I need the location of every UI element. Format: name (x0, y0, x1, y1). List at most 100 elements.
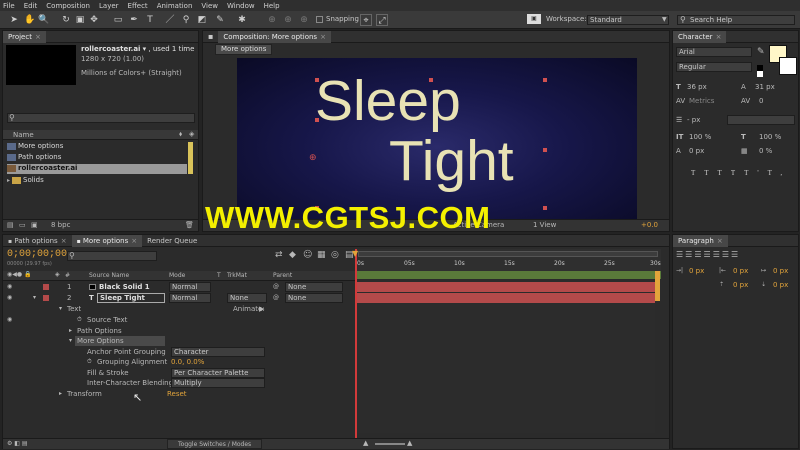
alignment-buttons[interactable]: ☰☰☰☰☰☰☰ (676, 250, 740, 259)
menu-animation[interactable]: Animation (157, 2, 193, 10)
timeline-search-input[interactable] (67, 251, 157, 261)
font-size-value[interactable]: 36 px (687, 83, 707, 91)
layer-name[interactable]: Sleep Tight (97, 293, 165, 303)
composition-subtab[interactable]: More options (215, 44, 273, 55)
search-help-input[interactable]: Search Help (677, 15, 795, 25)
timeline-tab-render-queue[interactable]: Render Queue (142, 235, 202, 247)
layer-duration-bar[interactable] (355, 282, 655, 292)
rotate-tool-icon[interactable]: ↻ (60, 14, 72, 26)
close-icon[interactable]: × (61, 237, 67, 245)
property-row[interactable]: ▾ More Options (3, 336, 355, 346)
space-before-value[interactable]: 0 px (733, 281, 748, 289)
menu-window[interactable]: Window (227, 2, 255, 10)
close-icon[interactable]: × (716, 33, 722, 41)
brush-tool-icon[interactable]: ／ (164, 14, 176, 26)
property-row[interactable]: ▸ Path Options (3, 326, 355, 336)
zoom-slider[interactable] (375, 443, 405, 445)
frame-blending-icon[interactable]: ▦ (317, 250, 326, 260)
indent-left-value[interactable]: 0 px (689, 267, 704, 275)
layer-handle[interactable] (315, 118, 319, 122)
close-icon[interactable]: × (717, 237, 723, 245)
chevron-down-icon[interactable]: ▾ (69, 336, 72, 346)
comp-mini-flowchart-icon[interactable]: ⇄ (275, 250, 283, 260)
layer-parent-select[interactable]: None (285, 293, 343, 303)
stopwatch-icon[interactable]: ⏱ (87, 357, 92, 367)
font-style-select[interactable]: Regular (676, 62, 752, 72)
close-icon[interactable]: × (35, 33, 41, 41)
work-area-range[interactable] (355, 271, 661, 279)
indent-right-value[interactable]: 0 px (733, 267, 748, 275)
time-navigator[interactable]: 0s 05s 10s 15s 20s 25s 30s (355, 249, 661, 271)
indent-first-value[interactable]: 0 px (773, 267, 788, 275)
property-row[interactable]: ⏱ Grouping Alignment 0.0, 0.0% (3, 357, 355, 367)
new-folder-icon[interactable]: ▭ (19, 221, 26, 229)
project-col-name[interactable]: Name (13, 131, 34, 139)
blending-select[interactable]: Multiply (171, 378, 265, 388)
trkmat-header[interactable]: TrkMat (227, 272, 247, 279)
snapping-checkbox[interactable] (316, 16, 323, 23)
eraser-tool-icon[interactable]: ◩ (196, 14, 208, 26)
anchor-grouping-select[interactable]: Character (171, 347, 265, 357)
delete-icon[interactable]: 🗑 (185, 221, 194, 229)
shy-layers-icon[interactable]: ☺ (303, 250, 312, 260)
faux-style-buttons[interactable]: TTTTT'T, (691, 169, 791, 177)
current-time-indicator[interactable] (355, 249, 357, 439)
layer-handle[interactable] (543, 148, 547, 152)
label-color-swatch[interactable] (43, 284, 49, 290)
space-after-value[interactable]: 0 px (773, 281, 788, 289)
leading-value[interactable]: 31 px (755, 83, 775, 91)
menu-composition[interactable]: Composition (46, 2, 90, 10)
clone-tool-icon[interactable]: ⚲ (180, 14, 192, 26)
white-swatch[interactable] (757, 71, 763, 77)
layer-name[interactable]: Black Solid 1 (99, 282, 150, 292)
pickwhip-icon[interactable]: @ (273, 293, 279, 303)
zoom-in-icon[interactable]: ▲ (407, 439, 412, 447)
menu-view[interactable]: View (201, 2, 218, 10)
layer-mode-select[interactable]: Normal (169, 293, 211, 303)
visibility-icon[interactable]: ◉ (7, 282, 12, 292)
timeline-graph-area[interactable] (355, 303, 655, 433)
roto-brush-tool-icon[interactable]: ✎ (214, 14, 226, 26)
tsume-value[interactable]: 0 % (759, 147, 772, 155)
pickwhip-icon[interactable]: @ (273, 282, 279, 292)
timeline-tab-path-options[interactable]: ▪ Path options × (3, 235, 72, 247)
character-tab[interactable]: Character × (673, 30, 727, 43)
menu-effect[interactable]: Effect (128, 2, 148, 10)
menu-layer[interactable]: Layer (99, 2, 119, 10)
project-tab[interactable]: Project × (3, 30, 46, 43)
layer-mode-select[interactable]: Normal (169, 282, 211, 292)
font-family-select[interactable]: Arial (676, 47, 752, 57)
zoom-out-icon[interactable]: ▲ (363, 439, 368, 447)
type-tool-icon[interactable]: T (144, 14, 156, 26)
layer-handle[interactable] (543, 206, 547, 210)
layer-handle[interactable] (543, 78, 547, 82)
paragraph-tab[interactable]: Paragraph × (673, 234, 728, 247)
motion-blur-icon[interactable]: ◎ (331, 250, 339, 260)
menu-file[interactable]: File (3, 2, 15, 10)
label-color-swatch[interactable] (43, 295, 49, 301)
selection-tool-icon[interactable]: ➤ (8, 14, 20, 26)
property-group-row[interactable]: ▾ Text Animate: ▶ (3, 304, 355, 314)
visibility-icon[interactable]: ◉ (7, 293, 12, 303)
menu-edit[interactable]: Edit (24, 2, 38, 10)
pen-tool-icon[interactable]: ✒ (128, 14, 140, 26)
new-composition-icon[interactable]: ▣ (31, 221, 38, 229)
source-name-header[interactable]: Source Name (89, 272, 129, 279)
close-icon[interactable]: × (320, 33, 326, 41)
project-list-item[interactable]: More options (7, 142, 187, 152)
chevron-down-icon[interactable]: ▾ (33, 293, 36, 303)
pan-behind-tool-icon[interactable]: ✥ (88, 14, 100, 26)
stroke-color-swatch[interactable] (779, 57, 797, 75)
lock-icon[interactable]: ▪ (203, 31, 218, 43)
layer-duration-bar[interactable] (355, 293, 655, 303)
baseline-shift-value[interactable]: 0 px (689, 147, 704, 155)
chevron-down-icon[interactable]: ▾ (59, 304, 62, 314)
puppet-tool-icon[interactable]: ✱ (236, 14, 248, 26)
playhead-icon[interactable]: ▼ (352, 249, 358, 258)
workspace-select[interactable]: Standard (587, 15, 669, 25)
stroke-width-value[interactable]: - px (687, 116, 700, 124)
composition-viewer[interactable]: Sleep Tight ⊕ (237, 58, 637, 220)
stopwatch-icon[interactable]: ⏱ (77, 315, 82, 325)
grouping-alignment-value[interactable]: 0.0, 0.0% (171, 357, 204, 367)
property-row[interactable]: Inter-Character Blending Multiply (3, 378, 355, 388)
